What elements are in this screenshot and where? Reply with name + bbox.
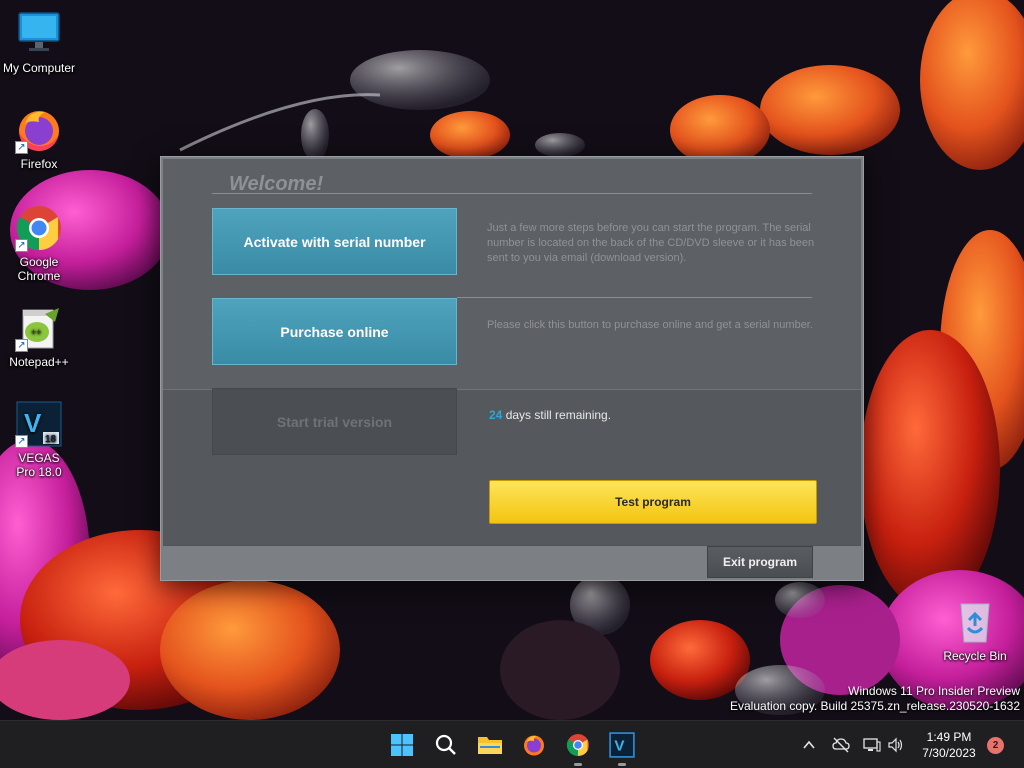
onedrive-status[interactable] (831, 735, 851, 755)
chrome-icon (566, 734, 589, 756)
shortcut-arrow-icon: ↗ (15, 239, 28, 252)
watermark-line-2: Evaluation copy. Build 25375.zn_release.… (730, 699, 1020, 713)
show-hidden-icons-button[interactable] (799, 735, 819, 755)
taskbar-clock[interactable]: 1:49 PM 7/30/2023 (914, 729, 984, 761)
shortcut-arrow-icon: ↗ (15, 141, 28, 154)
desktop-icon-label: Firefox (20, 157, 58, 171)
purchase-online-button[interactable]: Purchase online (212, 298, 457, 365)
clock-date: 7/30/2023 (922, 746, 976, 760)
search-icon (435, 734, 456, 755)
start-button[interactable] (386, 729, 418, 761)
running-indicator (618, 763, 626, 766)
svg-text:V: V (24, 408, 42, 438)
desktop-icon-label: Recycle Bin (943, 649, 1007, 663)
running-indicator (574, 763, 582, 766)
purchase-description: Please click this button to purchase onl… (487, 319, 813, 331)
speaker-icon (888, 737, 903, 753)
desktop-icon-notepadpp[interactable]: ++ ↗ Notepad++ (0, 304, 78, 369)
desktop-icon-label: My Computer (2, 61, 76, 75)
test-program-button[interactable]: Test program (489, 480, 817, 524)
notepadpp-icon: ++ ↗ (15, 304, 63, 352)
evaluation-watermark: Windows 11 Pro Insider Preview Evaluatio… (730, 684, 1020, 714)
volume-control[interactable] (886, 735, 906, 755)
divider (212, 193, 812, 194)
taskbar-firefox-button[interactable] (518, 729, 550, 761)
search-button[interactable] (430, 729, 462, 761)
file-explorer-icon (478, 737, 502, 754)
exit-program-button[interactable]: Exit program (707, 546, 813, 578)
start-icon (391, 734, 413, 756)
chrome-icon: ↗ (15, 204, 63, 252)
firefox-icon: ↗ (15, 106, 63, 154)
shortcut-arrow-icon: ↗ (15, 339, 28, 352)
days-remaining-count: 24 (489, 408, 503, 422)
notification-badge[interactable]: 2 (987, 737, 1004, 754)
desktop-icon-firefox[interactable]: ↗ Firefox (0, 106, 78, 171)
desktop-icon-recycle-bin[interactable]: Recycle Bin (936, 598, 1014, 663)
trial-panel: Start trial version 24 days still remain… (163, 388, 861, 545)
days-remaining-text: days still remaining. (502, 408, 612, 422)
recycle-bin-icon (951, 598, 999, 646)
desktop-icon-my-computer[interactable]: My Computer (0, 10, 78, 75)
vegas-icon: V (609, 732, 635, 758)
svg-text:++: ++ (31, 327, 42, 337)
network-icon (863, 738, 881, 752)
monitor-icon (15, 10, 63, 58)
desktop-icon-label: Notepad++ (9, 355, 69, 369)
cloud-off-icon (832, 737, 850, 753)
desktop-icon-label: VEGAS Pro 18.0 (16, 451, 62, 479)
taskbar-vegas-button[interactable]: V (606, 729, 638, 766)
file-explorer-button[interactable] (474, 729, 506, 761)
taskbar-chrome-button[interactable] (562, 729, 594, 766)
firefox-icon (524, 735, 544, 756)
chevron-up-icon (803, 740, 815, 749)
days-remaining: 24 days still remaining. (489, 408, 611, 422)
activation-panel: Welcome! Activate with serial number Jus… (163, 159, 861, 389)
activate-description: Just a few more steps before you can sta… (487, 222, 815, 264)
svg-text:V: V (614, 737, 624, 754)
vegas-icon: V 18 ↗ (15, 400, 63, 448)
vegas-version-badge: 18 (45, 434, 57, 445)
desktop-icon-google-chrome[interactable]: ↗ Google Chrome (0, 204, 78, 283)
activate-serial-button[interactable]: Activate with serial number (212, 208, 457, 275)
clock-time: 1:49 PM (926, 730, 972, 744)
start-trial-button[interactable]: Start trial version (212, 388, 457, 455)
divider (457, 297, 812, 298)
network-status[interactable] (862, 735, 882, 755)
taskbar: V 1:49 PM 7/30/2023 2 (0, 720, 1024, 768)
shortcut-arrow-icon: ↗ (15, 435, 28, 448)
watermark-line-1: Windows 11 Pro Insider Preview (848, 684, 1020, 698)
desktop-icon-vegas-pro[interactable]: V 18 ↗ VEGAS Pro 18.0 (0, 400, 78, 479)
activation-dialog: Welcome! Activate with serial number Jus… (160, 156, 864, 581)
desktop-icon-label: Google Chrome (17, 255, 61, 283)
